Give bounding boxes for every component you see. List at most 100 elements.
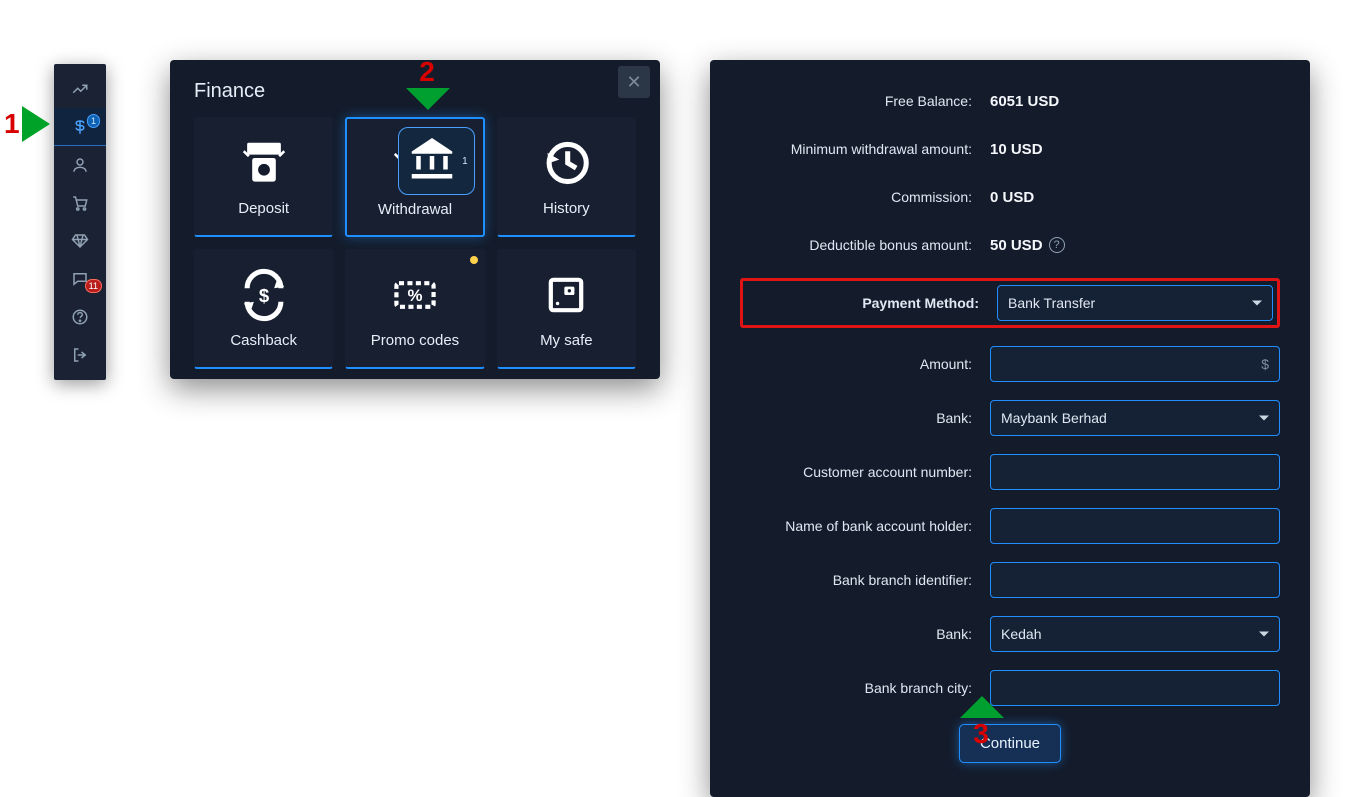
annotation-number-2: 2	[419, 56, 435, 88]
logout-icon	[71, 346, 89, 364]
tile-badge: 1	[398, 127, 475, 195]
annotation-marker-2: 2	[406, 56, 450, 110]
value-commission: 0 USD	[990, 189, 1034, 206]
chevron-down-icon	[1259, 416, 1269, 421]
label-free-balance: Free Balance:	[740, 93, 990, 109]
user-icon	[71, 156, 89, 174]
input-branch-city[interactable]	[990, 670, 1280, 706]
withdrawal-form: Free Balance: 6051 USD Minimum withdrawa…	[710, 60, 1310, 797]
label-bank-region: Bank:	[740, 626, 990, 642]
select-bank-region[interactable]: Kedah	[990, 616, 1280, 652]
annotation-marker-3: 3	[960, 696, 1004, 750]
tile-promo-codes[interactable]: % Promo codes	[345, 249, 484, 369]
close-button[interactable]: ✕	[618, 66, 650, 98]
label-branch-id: Bank branch identifier:	[740, 572, 990, 588]
input-holder[interactable]	[990, 508, 1280, 544]
tile-label: Promo codes	[371, 332, 459, 349]
svg-text:%: %	[407, 286, 422, 305]
chevron-down-icon	[1259, 632, 1269, 637]
row-account-number: Customer account number:	[740, 454, 1280, 490]
input-branch-id[interactable]	[990, 562, 1280, 598]
cashback-icon: $	[237, 268, 291, 322]
select-bank[interactable]: Maybank Berhad	[990, 400, 1280, 436]
row-amount: Amount: $	[740, 346, 1280, 382]
notification-dot-icon	[470, 256, 478, 264]
value-min-withdrawal: 10 USD	[990, 141, 1043, 158]
label-amount: Amount:	[740, 356, 990, 372]
row-free-balance: Free Balance: 6051 USD	[740, 86, 1280, 116]
label-holder: Name of bank account holder:	[740, 518, 990, 534]
deposit-icon	[237, 136, 291, 190]
select-value: Bank Transfer	[1008, 295, 1095, 311]
arrow-up-icon	[960, 696, 1004, 718]
close-icon: ✕	[626, 72, 641, 93]
label-account-number: Customer account number:	[740, 464, 990, 480]
select-value: Kedah	[1001, 626, 1041, 642]
annotation-number-3: 3	[973, 718, 989, 750]
svg-text:$: $	[258, 285, 269, 306]
row-payment-method: Payment Method: Bank Transfer	[740, 278, 1280, 328]
row-commission: Commission: 0 USD	[740, 182, 1280, 212]
branch-city-field[interactable]	[1001, 680, 1269, 696]
row-min-withdrawal: Minimum withdrawal amount: 10 USD	[740, 134, 1280, 164]
tile-label: Withdrawal	[378, 201, 452, 218]
label-deductible: Deductible bonus amount:	[740, 237, 990, 253]
tile-label: Cashback	[230, 332, 297, 349]
branch-id-field[interactable]	[1001, 572, 1269, 588]
sidebar-item-finance[interactable]: 1	[54, 108, 106, 146]
chart-line-icon	[71, 80, 89, 98]
tile-my-safe[interactable]: My safe	[497, 249, 636, 369]
value-free-balance: 6051 USD	[990, 93, 1059, 110]
tile-history[interactable]: History	[497, 117, 636, 237]
sidebar-item-help[interactable]	[54, 298, 106, 336]
tile-label: History	[543, 200, 590, 217]
sidebar-item-chat[interactable]: 11	[54, 260, 106, 298]
tile-withdrawal[interactable]: 1 Withdrawal	[345, 117, 484, 237]
label-bank: Bank:	[740, 410, 990, 426]
row-bank-region: Bank: Kedah	[740, 616, 1280, 652]
history-icon	[539, 136, 593, 190]
tile-badge-text: 1	[462, 156, 468, 167]
tile-deposit[interactable]: Deposit	[194, 117, 333, 237]
holder-field[interactable]	[1001, 518, 1269, 534]
arrow-down-icon	[406, 88, 450, 110]
sidebar-item-logout[interactable]	[54, 336, 106, 374]
sidebar: 1 11	[54, 64, 106, 380]
label-commission: Commission:	[740, 189, 990, 205]
select-payment-method[interactable]: Bank Transfer	[997, 285, 1273, 321]
safe-icon	[539, 268, 593, 322]
input-amount[interactable]: $	[990, 346, 1280, 382]
arrow-right-icon	[22, 106, 50, 142]
sidebar-badge: 1	[87, 114, 100, 128]
diamond-icon	[71, 232, 89, 250]
annotation-number-1: 1	[4, 108, 20, 140]
row-bank: Bank: Maybank Berhad	[740, 400, 1280, 436]
currency-suffix: $	[1261, 356, 1269, 372]
label-payment-method: Payment Method:	[747, 295, 997, 311]
sidebar-badge-chat: 11	[85, 279, 102, 293]
input-account-number[interactable]	[990, 454, 1280, 490]
chevron-down-icon	[1252, 301, 1262, 306]
sidebar-item-chart[interactable]	[54, 70, 106, 108]
help-circle-icon	[71, 308, 89, 326]
cart-icon	[71, 194, 89, 212]
row-holder: Name of bank account holder:	[740, 508, 1280, 544]
account-number-field[interactable]	[1001, 464, 1269, 480]
sidebar-item-profile[interactable]	[54, 146, 106, 184]
tile-label: My safe	[540, 332, 593, 349]
finance-grid: Deposit 1 Withdrawal History $ Cashback …	[194, 117, 636, 369]
label-branch-city: Bank branch city:	[740, 680, 990, 696]
promo-icon: %	[388, 268, 442, 322]
sidebar-item-diamond[interactable]	[54, 222, 106, 260]
value-deductible: 50 USD	[990, 237, 1043, 254]
tile-cashback[interactable]: $ Cashback	[194, 249, 333, 369]
tile-label: Deposit	[238, 200, 289, 217]
sidebar-item-cart[interactable]	[54, 184, 106, 222]
help-icon[interactable]: ?	[1049, 237, 1065, 253]
row-branch-id: Bank branch identifier:	[740, 562, 1280, 598]
label-min-withdrawal: Minimum withdrawal amount:	[740, 141, 990, 157]
select-value: Maybank Berhad	[1001, 410, 1107, 426]
annotation-marker-1: 1	[4, 106, 50, 142]
bank-icon	[405, 129, 459, 183]
amount-field[interactable]	[1001, 356, 1269, 372]
